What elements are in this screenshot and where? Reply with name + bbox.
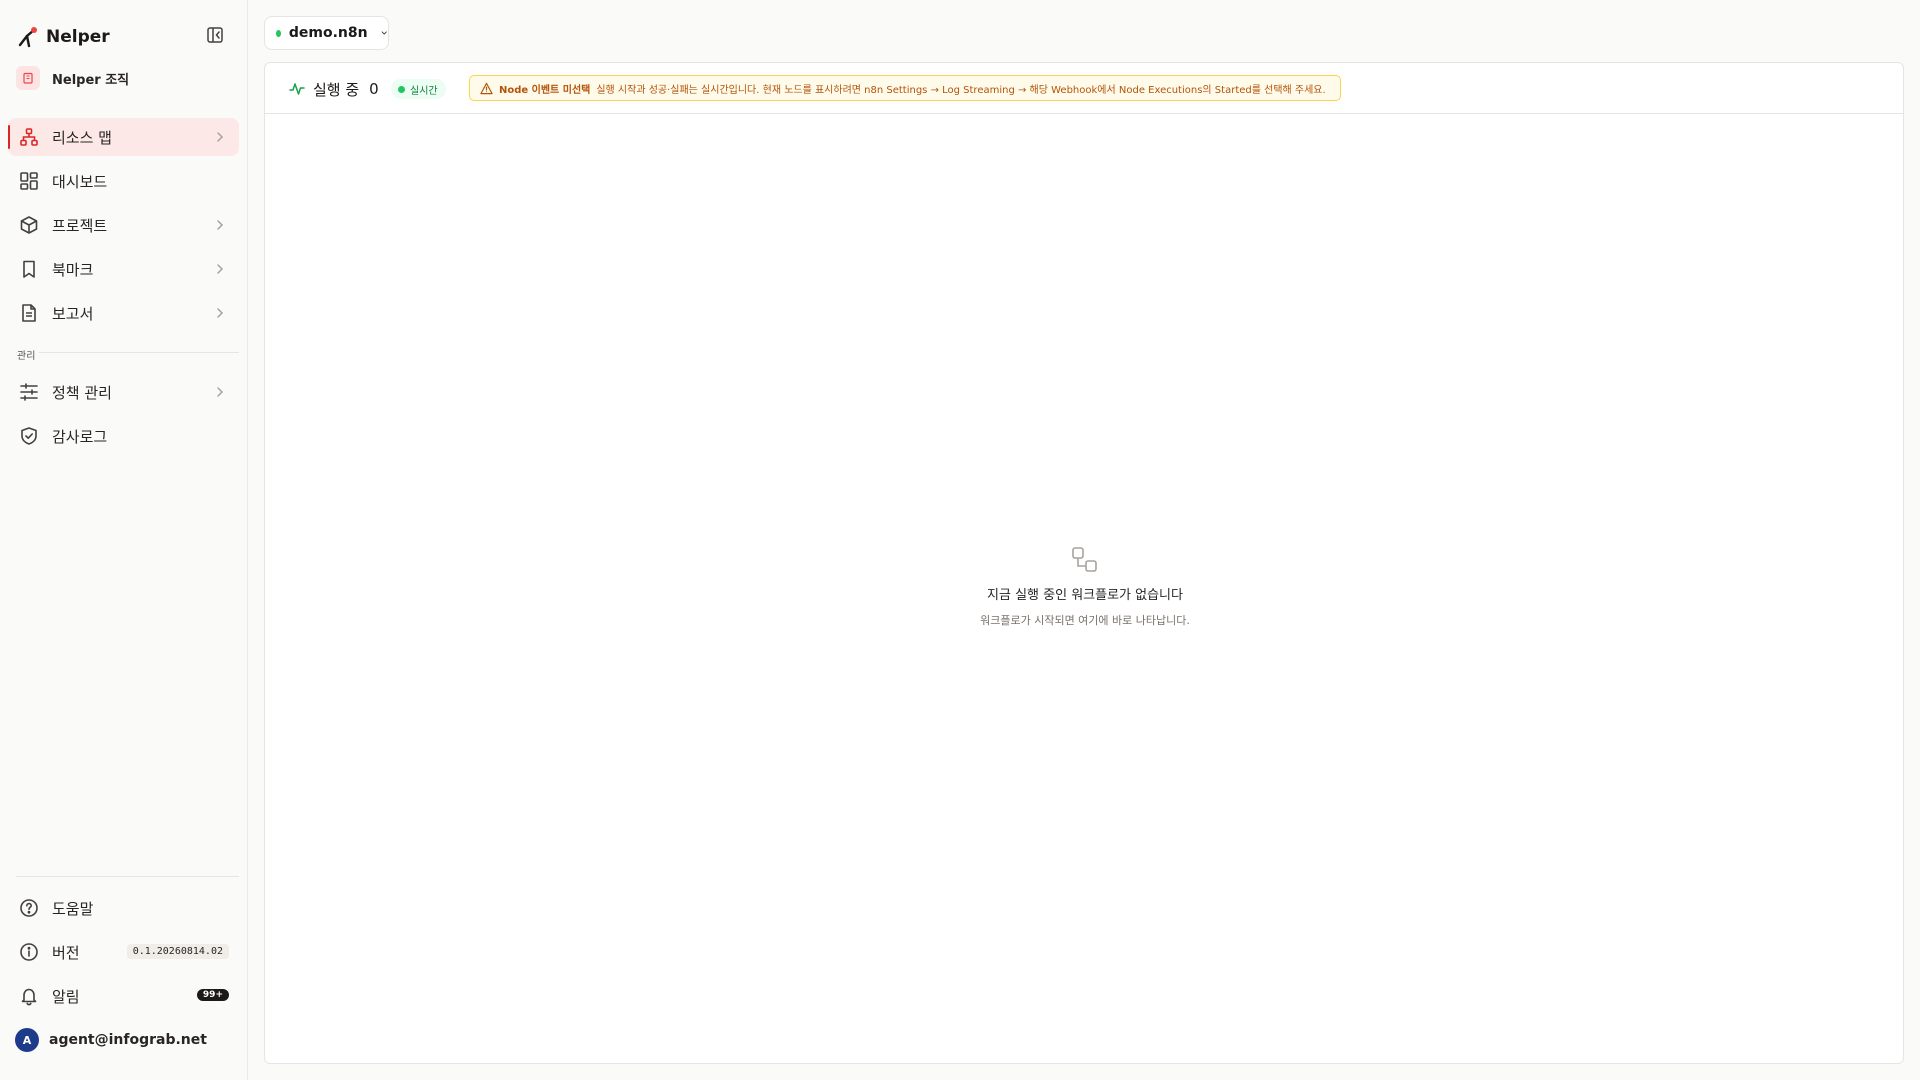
warning-text: 실행 시작과 성공·실패는 실시간입니다. 현재 노드를 표시하려면 n8n S… [596,84,1326,96]
live-status-badge: 실시간 [391,79,446,99]
chevron-right-icon [217,308,224,318]
notification-count-badge: 99+ [196,989,229,1001]
empty-state-subtitle: 워크플로가 시작되면 여기에 바로 나타납니다. [980,614,1190,627]
help-circle-icon [18,897,40,919]
sidebar-item-projects[interactable]: 프로젝트 [8,206,239,244]
user-email: agent@infograb.net [49,1032,207,1048]
warning-title: Node 이벤트 미선택 [499,84,591,96]
sidebar-item-label: 리소스 맵 [52,128,112,147]
chevron-right-icon [217,132,224,142]
sliders-icon [18,381,40,403]
warning-triangle-icon [480,82,493,94]
live-label: 실시간 [410,85,438,97]
chevron-right-icon [217,220,224,230]
org-switcher[interactable]: Nelper 조직 [16,66,129,90]
sidebar-item-label: 알림 [52,987,80,1006]
network-icon [18,126,40,148]
section-label-admin: 관리 [17,347,40,362]
sidebar-item-label: 보고서 [52,304,94,323]
version-badge: 0.1.20260814.02 [126,944,229,959]
chevron-right-icon [217,387,224,397]
sidebar-collapse-icon [207,27,223,43]
executions-panel: 실행 중 0 실시간 Node 이벤트 미선택 실행 시작과 성공·실패는 실시… [264,62,1904,1064]
sidebar-item-label: 대시보드 [52,172,108,191]
org-name: Nelper 조직 [52,72,130,88]
sidebar-item-help[interactable]: 도움말 [8,889,239,927]
environment-status-dot [276,29,281,37]
file-text-icon [18,302,40,324]
sidebar-item-label: 버전 [52,943,80,962]
sidebar-item-notifications[interactable]: 알림 99+ [8,977,239,1015]
sidebar-item-label: 북마크 [52,260,94,279]
panel-header: 실행 중 0 실시간 Node 이벤트 미선택 실행 시작과 성공·실패는 실시… [265,63,1903,114]
sidebar-item-policy[interactable]: 정책 관리 [8,373,239,411]
sidebar-item-bookmarks[interactable]: 북마크 [8,250,239,288]
environment-select[interactable]: demo.n8n [264,16,389,50]
bell-icon [18,985,40,1007]
sidebar-item-audit-log[interactable]: 감사로그 [8,417,239,455]
dashboard-icon [18,170,40,192]
warning-banner: Node 이벤트 미선택 실행 시작과 성공·실패는 실시간입니다. 현재 노드… [469,75,1341,101]
sidebar-item-label: 프로젝트 [52,216,108,235]
environment-name: demo.n8n [288,25,368,41]
sidebar-item-label: 도움말 [52,899,94,918]
running-indicator: 실행 중 0 [289,79,379,99]
user-menu[interactable]: A agent@infograb.net [15,1028,207,1052]
sidebar-item-label: 정책 관리 [52,383,112,402]
workflow-icon [1072,547,1097,572]
brand[interactable]: Nelper [16,22,110,52]
box-icon [18,214,40,236]
shield-check-icon [18,425,40,447]
sidebar-footer-divider [16,876,239,877]
avatar: A [15,1028,39,1052]
sidebar-item-label: 감사로그 [52,427,108,446]
empty-state: 지금 실행 중인 워크플로가 없습니다 워크플로가 시작되면 여기에 바로 나타… [265,546,1905,628]
info-icon [18,941,40,963]
sidebar-item-resource-map[interactable]: 리소스 맵 [8,118,239,156]
brand-logo-icon [18,27,37,48]
org-badge [16,66,40,90]
live-dot [398,85,405,93]
sidebar-collapse-button[interactable] [204,24,226,46]
activity-icon [289,83,305,95]
running-count: 0 [369,80,379,98]
running-label: 실행 중 [313,80,360,99]
sidebar-item-dashboard[interactable]: 대시보드 [8,162,239,200]
bookmark-icon [18,258,40,280]
sidebar-item-version[interactable]: 버전 0.1.20260814.02 [8,933,239,971]
chevron-down-icon [381,31,387,35]
building-icon [23,72,33,84]
brand-name: Nelper [46,27,110,47]
sidebar-divider [16,352,239,353]
sidebar: Nelper Nelper 조직 리소스 맵 대시보드 프로젝트 북마크 보고서… [0,0,248,1080]
empty-state-title: 지금 실행 중인 워크플로가 없습니다 [987,588,1183,603]
sidebar-item-reports[interactable]: 보고서 [8,294,239,332]
chevron-right-icon [217,264,224,274]
